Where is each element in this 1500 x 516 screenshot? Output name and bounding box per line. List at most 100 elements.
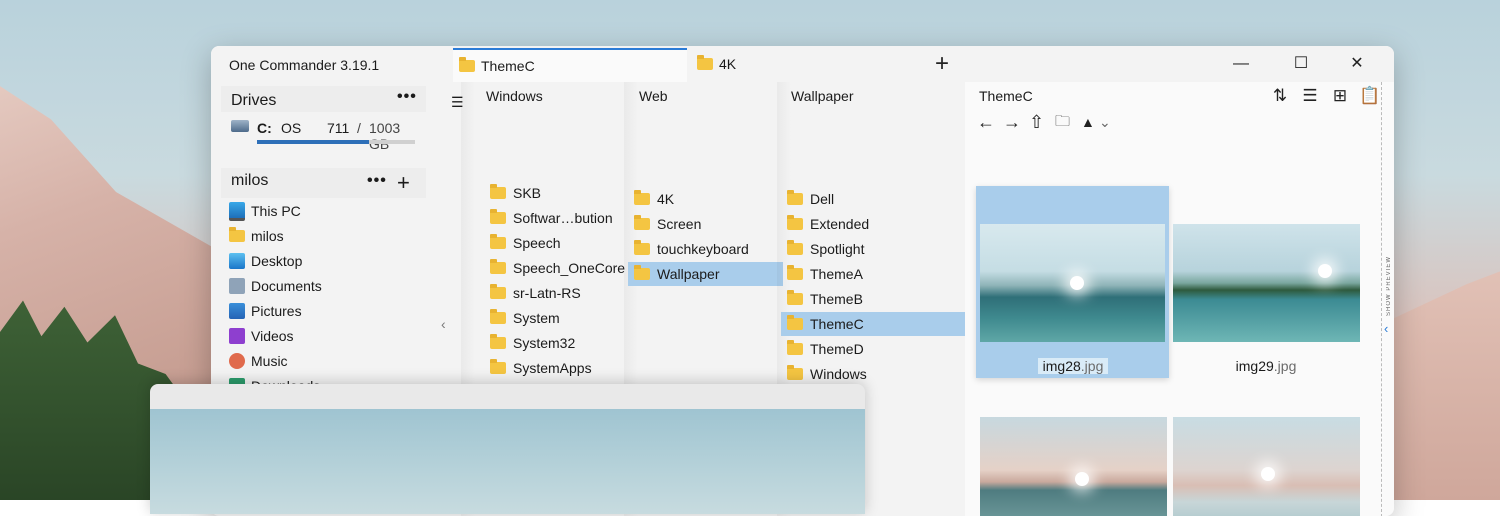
overlapping-window-content bbox=[150, 409, 865, 514]
folder-item[interactable]: Extended bbox=[781, 212, 971, 236]
folder-label: ThemeC bbox=[810, 316, 864, 332]
drives-menu-button[interactable]: ••• bbox=[397, 88, 417, 106]
new-tab-button[interactable]: + bbox=[927, 50, 957, 78]
minimize-button[interactable]: — bbox=[1226, 52, 1256, 76]
tab-4k[interactable]: 4K bbox=[691, 48, 917, 80]
file-name: img28.jpg bbox=[1038, 358, 1108, 374]
folder-label: System bbox=[513, 310, 560, 326]
folder-item[interactable]: SystemApps bbox=[484, 356, 630, 380]
folder-item[interactable]: Dell bbox=[781, 187, 971, 211]
folder-item[interactable]: touchkeyboard bbox=[628, 237, 783, 261]
folder-label: Extended bbox=[810, 216, 870, 232]
folder-item[interactable]: ThemeB bbox=[781, 287, 971, 311]
back-arrow-icon[interactable]: ← bbox=[977, 112, 995, 132]
file-thumbnail-img28[interactable]: img28.jpg bbox=[976, 186, 1169, 378]
folder-item[interactable]: Spotlight bbox=[781, 237, 971, 261]
folder-item[interactable]: Speech bbox=[484, 231, 630, 255]
folder-icon bbox=[490, 259, 506, 274]
folder-label: Screen bbox=[657, 216, 702, 232]
favorite-documents[interactable]: Documents bbox=[229, 274, 322, 298]
favorite-this-pc[interactable]: This PC bbox=[229, 199, 301, 223]
folder-item[interactable]: Screen bbox=[628, 212, 783, 236]
favorite-label: Desktop bbox=[251, 253, 303, 269]
favorite-music[interactable]: Music bbox=[229, 349, 288, 373]
folder-label: Speech_OneCore bbox=[513, 260, 626, 276]
folder-label: Speech bbox=[513, 235, 561, 251]
forward-arrow-icon[interactable]: → bbox=[1003, 112, 1021, 132]
drive-usage-bar bbox=[257, 140, 415, 144]
add-favorite-button[interactable]: + bbox=[397, 172, 410, 194]
title-bar[interactable]: One Commander 3.19.1 ThemeC 4K + — ☐ ✕ bbox=[211, 46, 1394, 82]
sun bbox=[1075, 472, 1089, 486]
favorite-pictures[interactable]: Pictures bbox=[229, 299, 302, 323]
image-thumbnail bbox=[1173, 417, 1360, 516]
file-thumbnail-img31[interactable] bbox=[1171, 417, 1361, 516]
favorite-label: This PC bbox=[251, 203, 301, 219]
overlapping-window[interactable] bbox=[150, 384, 865, 514]
file-basename: img28 bbox=[1042, 358, 1081, 374]
favorite-milos[interactable]: milos bbox=[229, 224, 284, 248]
favorite-label: Pictures bbox=[251, 303, 302, 319]
folder-item[interactable]: System bbox=[484, 306, 630, 330]
file-thumbnail-img30[interactable] bbox=[978, 417, 1168, 516]
close-button[interactable]: ✕ bbox=[1342, 52, 1372, 76]
folder-label: ThemeA bbox=[810, 266, 863, 282]
maximize-button[interactable]: ☐ bbox=[1286, 52, 1316, 76]
up-level-icon[interactable]: ⇧ bbox=[1029, 112, 1044, 132]
folder-item[interactable]: ThemeD bbox=[781, 337, 971, 361]
image-thumbnail bbox=[980, 224, 1165, 342]
drive-name: OS bbox=[281, 120, 302, 136]
folder-item[interactable]: Speech_OneCore bbox=[484, 256, 630, 280]
folder-icon bbox=[787, 365, 803, 380]
view-details-icon[interactable]: ☰ bbox=[1297, 85, 1323, 109]
sun bbox=[1261, 467, 1275, 481]
new-item-icon[interactable]: ⊞ bbox=[1327, 85, 1353, 109]
favorites-title: milos bbox=[231, 172, 269, 189]
file-basename: img29 bbox=[1235, 358, 1274, 374]
folder-item[interactable]: Softwar…bution bbox=[484, 206, 630, 230]
folder-item[interactable]: Wallpaper bbox=[628, 262, 783, 286]
folder-label: 4K bbox=[657, 191, 675, 207]
favorite-videos[interactable]: Videos bbox=[229, 324, 294, 348]
folder-icon bbox=[459, 57, 475, 72]
folder-icon bbox=[490, 209, 506, 224]
open-folder-icon[interactable]: 🗀 bbox=[1055, 112, 1070, 132]
pictures-icon bbox=[229, 303, 245, 319]
tab-themec[interactable]: ThemeC bbox=[453, 48, 687, 82]
folder-item[interactable]: Windows bbox=[781, 362, 971, 386]
folder-icon bbox=[490, 284, 506, 299]
sort-icon[interactable]: ⇅ bbox=[1267, 85, 1293, 109]
file-thumbnail-img29[interactable]: img29.jpg bbox=[1171, 186, 1361, 378]
folder-item[interactable]: 4K bbox=[628, 187, 783, 211]
drive-letter: C: bbox=[257, 120, 272, 136]
file-name: img29.jpg bbox=[1226, 358, 1306, 374]
folder-item[interactable]: SKB bbox=[484, 181, 630, 205]
drive-c[interactable]: C: OS 711 / 1003 GB bbox=[231, 118, 421, 152]
file-extension: .jpg bbox=[1080, 358, 1104, 374]
clipboard-icon[interactable]: 📋 bbox=[1357, 85, 1383, 109]
folder-label: ThemeD bbox=[810, 341, 864, 357]
favorites-menu-button[interactable]: ••• bbox=[367, 172, 387, 190]
videos-icon bbox=[229, 328, 245, 344]
folder-icon bbox=[634, 240, 650, 255]
folder-label: SystemApps bbox=[513, 360, 592, 376]
folder-item[interactable]: ThemeA bbox=[781, 262, 971, 286]
drive-total: 1003 GB bbox=[369, 120, 401, 152]
image-thumbnail bbox=[980, 417, 1167, 516]
folder-item[interactable]: ThemeC bbox=[781, 312, 971, 336]
folder-label: Windows bbox=[810, 366, 867, 382]
desktop-icon bbox=[229, 253, 245, 269]
monitor-icon bbox=[229, 201, 245, 221]
chevron-down-icon[interactable]: ⌄ bbox=[1099, 112, 1111, 132]
collapse-chevron-icon[interactable]: ‹ bbox=[441, 316, 446, 332]
folder-item[interactable]: sr-Latn-RS bbox=[484, 281, 630, 305]
column-title: Windows bbox=[486, 88, 543, 104]
expand-preview-chevron-icon[interactable]: ‹ bbox=[1384, 321, 1388, 336]
folder-icon bbox=[634, 265, 650, 280]
folder-icon bbox=[229, 227, 245, 242]
drive-separator: / bbox=[357, 120, 361, 136]
chevron-up-icon[interactable]: ▲ bbox=[1081, 112, 1095, 132]
favorite-desktop[interactable]: Desktop bbox=[229, 249, 302, 273]
folder-label: Spotlight bbox=[810, 241, 865, 257]
folder-item[interactable]: System32 bbox=[484, 331, 630, 355]
